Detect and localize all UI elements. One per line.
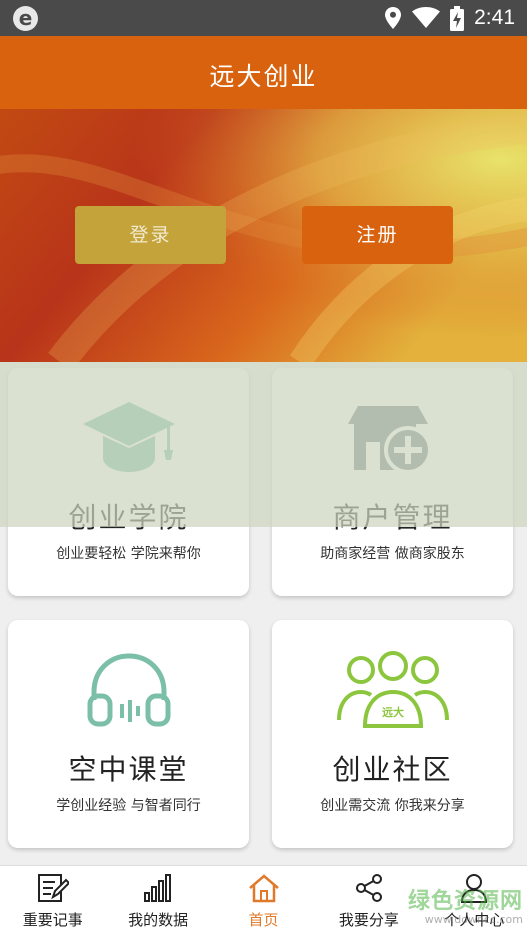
card-title: 创业学院 (68, 501, 189, 534)
community-badge-text: 远大 (382, 705, 404, 719)
card-title: 空中课堂 (68, 753, 189, 786)
card-entrepreneurship-academy[interactable]: 创业学院 创业要轻松 学院来帮你 (8, 368, 249, 596)
tab-label: 我要分享 (338, 911, 399, 929)
status-icons: 2:41 (384, 5, 515, 31)
register-button[interactable]: 注册 (302, 206, 453, 264)
tab-share[interactable]: 我要分享 (316, 866, 421, 940)
card-subtitle: 创业要轻松 学院来帮你 (56, 546, 201, 562)
card-title: 创业社区 (332, 753, 453, 786)
card-subtitle: 创业需交流 你我来分享 (320, 798, 465, 814)
location-icon (385, 7, 402, 29)
share-icon (355, 874, 382, 902)
tab-home[interactable]: 首页 (211, 866, 316, 940)
card-subtitle: 学创业经验 与智者同行 (56, 798, 201, 814)
card-entrepreneur-community[interactable]: 远大 创业社区 创业需交流 你我来分享 (272, 620, 513, 848)
app-notification-icon: e (13, 6, 38, 31)
headphones-icon (87, 653, 170, 727)
clock: 2:41 (474, 6, 515, 29)
tab-label: 首页 (248, 911, 279, 929)
card-air-classroom[interactable]: 空中课堂 学创业经验 与智者同行 (8, 620, 249, 848)
community-icon: 远大 (336, 651, 449, 728)
store-add-icon (347, 406, 432, 474)
tab-my-data[interactable]: 我的数据 (105, 866, 210, 940)
card-merchant-management[interactable]: 商户管理 助商家经营 做商家股东 (272, 368, 513, 596)
watermark: 绿色资源网 www.downcc.com (408, 883, 523, 926)
tab-label: 我的数据 (128, 911, 189, 929)
wifi-icon (412, 7, 441, 28)
login-button[interactable]: 登录 (75, 206, 226, 264)
tab-label: 重要记事 (22, 911, 83, 929)
hero-banner: 登录 注册 (0, 109, 527, 362)
card-title: 商户管理 (332, 501, 453, 534)
notes-icon (37, 874, 69, 902)
status-bar: e 2:41 (0, 0, 527, 36)
feature-grid: 创业学院 创业要轻松 学院来帮你 商户管理 助商家经营 做商家股东 空中课堂 学… (0, 362, 527, 865)
card-subtitle: 助商家经营 做商家股东 (320, 546, 465, 562)
page-title: 远大创业 (209, 62, 318, 91)
app-header: 远大创业 (0, 36, 527, 109)
tab-notes[interactable]: 重要记事 (0, 866, 105, 940)
battery-icon (450, 5, 465, 31)
home-icon (248, 874, 279, 903)
watermark-url: www.downcc.com (424, 913, 523, 926)
bar-chart-icon (144, 874, 172, 902)
watermark-text: 绿色资源网 (407, 889, 523, 914)
graduation-cap-icon (82, 402, 175, 472)
